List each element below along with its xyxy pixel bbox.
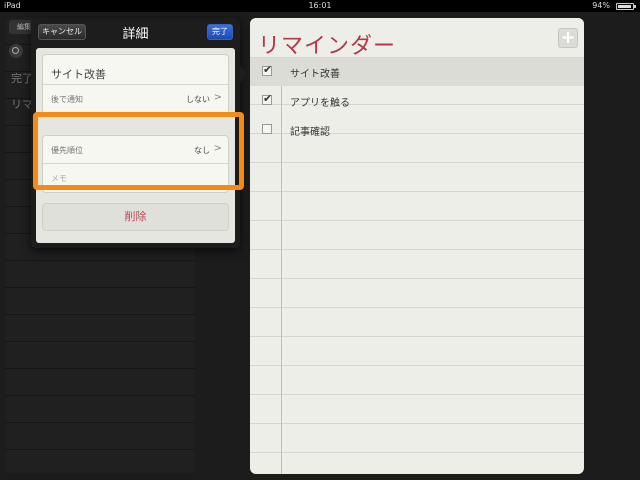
battery-percent: 94% [592, 1, 610, 10]
done-button[interactable]: 完了 [207, 24, 233, 40]
chevron-right-icon: > [213, 143, 222, 154]
reminder-label: 記事確認 [290, 127, 330, 138]
reminder-row[interactable]: アプリを触る [250, 87, 584, 115]
reminder-row[interactable]: サイト改善 [250, 58, 584, 86]
checkbox-checked[interactable] [262, 63, 272, 76]
checkbox-checked[interactable] [262, 92, 272, 105]
delete-button[interactable]: 削除 [42, 203, 229, 231]
sidebar-item-reminders[interactable]: リマ [11, 96, 33, 112]
memo-field[interactable]: メモ [51, 173, 67, 184]
checkbox-unchecked[interactable] [262, 124, 272, 134]
reminder-label: サイト改善 [290, 69, 340, 80]
search-icon[interactable] [9, 44, 23, 58]
priority-label: 優先順位 [51, 146, 83, 155]
status-bar: iPad 16:01 94% [0, 0, 640, 12]
reminder-name-field[interactable]: サイト改善 [51, 66, 106, 82]
reminder-row[interactable]: 記事確認 [250, 116, 584, 144]
remind-value: しない [186, 95, 210, 104]
remind-cell[interactable]: 後で通知 しない > [43, 85, 228, 113]
sidebar-item-completed[interactable]: 完了 [11, 70, 33, 86]
battery-icon [616, 3, 636, 10]
reminder-notepad: リマインダー + サイト改善 アプリを触る 記事確認 [250, 18, 584, 474]
notepad-title: リマインダー [258, 34, 397, 59]
clock: 16:01 [308, 1, 332, 10]
detail-content: サイト改善 後で通知 しない > 優先順位 なし > メモ 削除 [36, 48, 235, 243]
name-group: サイト改善 後で通知 しない > [42, 54, 229, 114]
reminder-label: アプリを触る [290, 98, 350, 109]
priority-cell[interactable]: 優先順位 なし > [43, 136, 228, 164]
memo-cell[interactable]: メモ [43, 164, 228, 192]
priority-memo-group: 優先順位 なし > メモ [42, 135, 229, 193]
detail-popover: キャンセル 詳細 完了 サイト改善 後で通知 しない > 優先順位 なし > メ… [31, 18, 240, 248]
name-cell[interactable]: サイト改善 [43, 55, 228, 85]
popover-arrow [238, 64, 248, 84]
priority-value: なし [194, 146, 210, 155]
remind-label: 後で通知 [51, 95, 83, 104]
add-reminder-button[interactable]: + [558, 28, 578, 48]
chevron-right-icon: > [213, 92, 222, 103]
